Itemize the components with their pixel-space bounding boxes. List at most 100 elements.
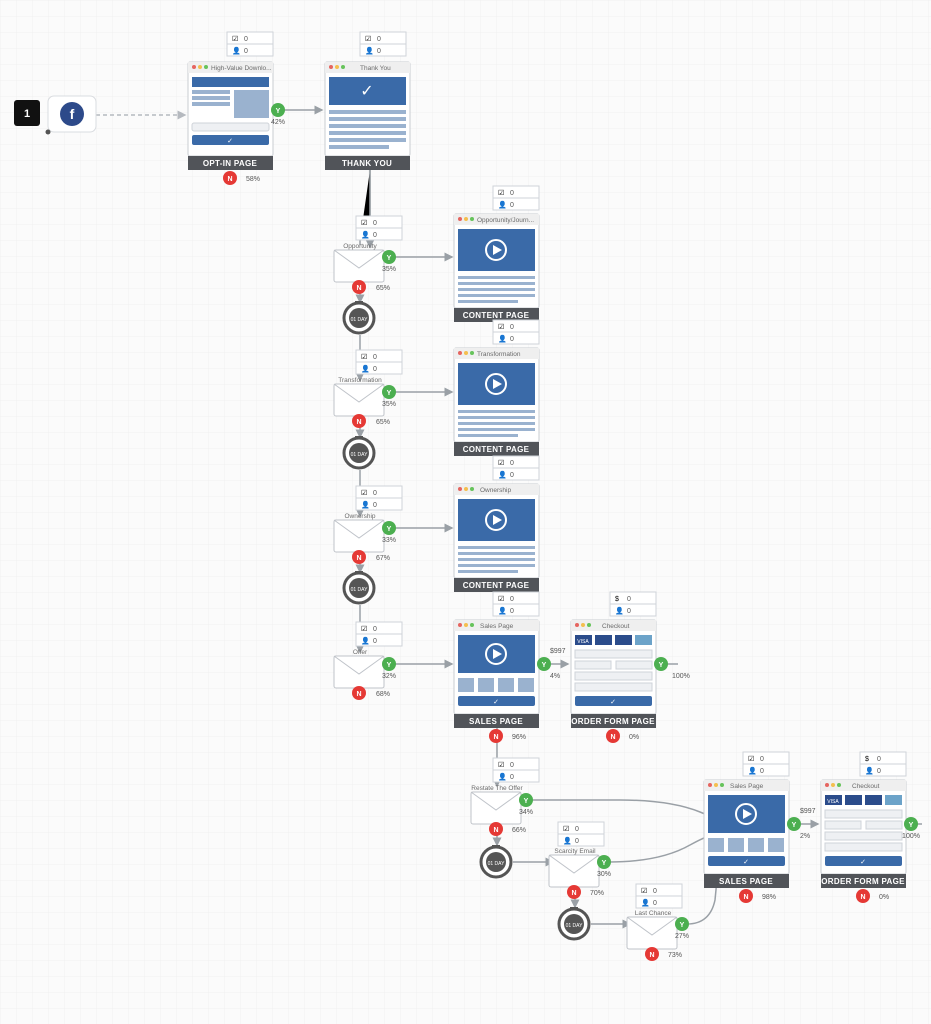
optin-footer: OPT-IN PAGE [203, 159, 258, 168]
svg-text:0: 0 [373, 366, 377, 373]
svg-text:33%: 33% [382, 537, 396, 544]
svg-text:Y: Y [602, 860, 607, 867]
svg-text:32%: 32% [382, 673, 396, 680]
svg-text:0: 0 [760, 768, 764, 775]
svg-text:2%: 2% [800, 833, 810, 840]
svg-text:VISA: VISA [577, 639, 589, 645]
svg-text:0: 0 [510, 472, 514, 479]
svg-text:VISA: VISA [827, 799, 839, 805]
svg-text:98%: 98% [762, 894, 776, 901]
svg-text:100%: 100% [902, 833, 920, 840]
svg-text:N: N [860, 894, 865, 901]
facebook-icon: f [70, 106, 75, 122]
svg-text:0: 0 [510, 608, 514, 615]
svg-text:N: N [356, 691, 361, 698]
svg-text:☑: ☑ [748, 755, 754, 763]
svg-text:N: N [610, 734, 615, 741]
svg-text:Offer: Offer [353, 649, 368, 656]
svg-text:Y: Y [276, 108, 281, 115]
svg-text:☑: ☑ [361, 489, 367, 497]
svg-text:0: 0 [244, 48, 248, 55]
svg-text:0: 0 [510, 336, 514, 343]
svg-text:35%: 35% [382, 266, 396, 273]
svg-text:70%: 70% [590, 890, 604, 897]
svg-text:4%: 4% [550, 673, 560, 680]
svg-text:0: 0 [510, 324, 514, 331]
svg-text:Opportunity/Journ...: Opportunity/Journ... [477, 217, 534, 224]
svg-text:👤: 👤 [498, 200, 507, 209]
svg-text:👤: 👤 [615, 606, 624, 615]
svg-text:0: 0 [575, 826, 579, 833]
svg-text:☑: ☑ [232, 35, 238, 43]
svg-text:0: 0 [377, 48, 381, 55]
svg-text:$: $ [615, 596, 619, 603]
svg-text:0: 0 [373, 502, 377, 509]
svg-text:0: 0 [510, 774, 514, 781]
svg-text:66%: 66% [512, 827, 526, 834]
svg-text:☑: ☑ [498, 459, 504, 467]
svg-text:👤: 👤 [748, 766, 757, 775]
svg-text:0: 0 [373, 232, 377, 239]
svg-text:0: 0 [373, 490, 377, 497]
svg-text:27%: 27% [675, 933, 689, 940]
svg-text:Y: Y [387, 526, 392, 533]
svg-text:N: N [227, 176, 232, 183]
svg-text:👤: 👤 [498, 772, 507, 781]
svg-text:👤: 👤 [563, 836, 572, 845]
svg-text:N: N [356, 285, 361, 292]
svg-text:Y: Y [387, 662, 392, 669]
svg-text:☑: ☑ [361, 353, 367, 361]
svg-text:Ownership: Ownership [344, 513, 375, 520]
svg-text:ORDER FORM PAGE: ORDER FORM PAGE [821, 877, 905, 886]
svg-text:N: N [356, 419, 361, 426]
svg-text:☑: ☑ [498, 323, 504, 331]
svg-text:CONTENT PAGE: CONTENT PAGE [463, 311, 530, 320]
timer-3[interactable]: 01 DAY [344, 571, 374, 603]
svg-text:65%: 65% [376, 419, 390, 426]
svg-text:👤: 👤 [498, 334, 507, 343]
svg-text:Y: Y [659, 662, 664, 669]
svg-text:👤: 👤 [361, 500, 370, 509]
svg-text:👤: 👤 [498, 470, 507, 479]
svg-text:0: 0 [653, 888, 657, 895]
svg-text:42%: 42% [271, 119, 285, 126]
svg-text:THANK YOU: THANK YOU [342, 159, 392, 168]
svg-text:0: 0 [877, 756, 881, 763]
timer-1[interactable]: 01 DAY [344, 301, 374, 333]
svg-text:65%: 65% [376, 285, 390, 292]
svg-text:Checkout: Checkout [852, 783, 880, 790]
svg-text:👤: 👤 [641, 898, 650, 907]
svg-text:$: $ [865, 756, 869, 763]
svg-text:0: 0 [510, 762, 514, 769]
svg-text:01 DAY: 01 DAY [566, 923, 584, 929]
timer-5[interactable]: 01 DAY [559, 907, 589, 939]
svg-text:67%: 67% [376, 555, 390, 562]
svg-text:0: 0 [373, 220, 377, 227]
svg-text:Y: Y [387, 255, 392, 262]
svg-text:01 DAY: 01 DAY [351, 317, 369, 323]
svg-text:0: 0 [373, 626, 377, 633]
svg-text:Y: Y [909, 822, 914, 829]
svg-text:👤: 👤 [365, 46, 374, 55]
svg-text:0: 0 [373, 638, 377, 645]
svg-text:0%: 0% [629, 734, 639, 741]
timer-2[interactable]: 01 DAY [344, 436, 374, 468]
svg-text:0: 0 [877, 768, 881, 775]
svg-text:☑: ☑ [563, 825, 569, 833]
svg-text:35%: 35% [382, 401, 396, 408]
svg-text:✓: ✓ [493, 699, 499, 706]
svg-text:☑: ☑ [361, 625, 367, 633]
start-index: 1 [24, 108, 30, 120]
svg-text:N: N [743, 894, 748, 901]
svg-text:100%: 100% [672, 673, 690, 680]
svg-text:☑: ☑ [361, 219, 367, 227]
svg-text:Transformation: Transformation [338, 377, 382, 384]
svg-text:Checkout: Checkout [602, 623, 630, 630]
svg-text:Thank You: Thank You [360, 65, 391, 72]
svg-text:0%: 0% [879, 894, 889, 901]
timer-4[interactable]: 01 DAY [481, 845, 511, 877]
svg-text:0: 0 [373, 354, 377, 361]
svg-text:0: 0 [627, 608, 631, 615]
svg-text:👤: 👤 [232, 46, 241, 55]
svg-text:Y: Y [792, 822, 797, 829]
